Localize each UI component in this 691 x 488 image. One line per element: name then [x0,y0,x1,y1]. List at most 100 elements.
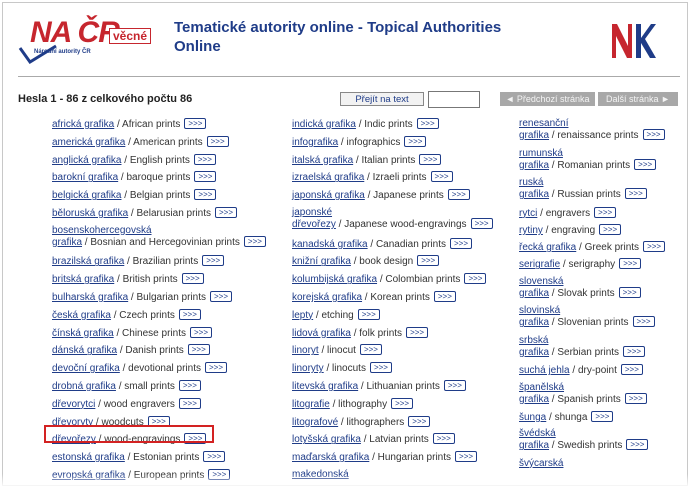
open-record-button[interactable]: >>> [194,171,217,183]
open-record-button[interactable]: >>> [470,218,493,229]
open-record-button[interactable]: >>> [391,397,414,409]
entry-link[interactable]: bosenskohercegovská [52,225,152,236]
entry-link-cont[interactable]: grafika [519,317,549,328]
open-record-button[interactable]: >>> [626,439,649,451]
prev-page-button[interactable]: ◄ Předchozí stránka [500,92,595,106]
open-record-button[interactable]: >>> [357,308,380,320]
entry-link[interactable]: šunga [519,412,546,423]
entry-link[interactable]: dřevorytci [52,399,95,410]
open-record-button[interactable]: >>> [181,273,204,285]
open-record-button[interactable]: >>> [417,255,440,267]
entry-link[interactable]: anglická grafika [52,155,121,166]
open-record-button[interactable]: >>> [404,135,427,147]
na-cr-logo[interactable]: NA ČR věcné Národní autority ČR [18,16,168,66]
entry-link[interactable]: kanadská grafika [292,239,368,250]
entry-link[interactable]: litografové [292,417,338,428]
entry-link[interactable]: africká grafika [52,119,114,130]
entry-link[interactable]: knižní grafika [292,256,351,267]
open-record-button[interactable]: >>> [455,451,478,463]
entry-link[interactable]: rytci [519,208,537,219]
entry-link[interactable]: dánská grafika [52,345,117,356]
open-record-button[interactable]: >>> [624,188,647,200]
entry-link[interactable]: izraelská grafika [292,172,364,183]
entry-link[interactable]: lotyšská grafika [292,434,361,445]
entry-link[interactable]: česká grafika [52,310,111,321]
open-record-button[interactable]: >>> [632,316,655,328]
entry-link[interactable]: indická grafika [292,119,356,130]
entry-link-cont[interactable]: grafika [519,130,549,141]
entry-link[interactable]: linoryty [292,363,324,374]
open-record-button[interactable]: >>> [642,129,665,140]
open-record-button[interactable]: >>> [594,206,617,218]
entry-link[interactable]: serigrafie [519,259,560,270]
entry-link[interactable]: čínská grafika [52,328,114,339]
open-record-button[interactable]: >>> [416,118,439,129]
open-record-button[interactable]: >>> [443,380,466,392]
entry-link[interactable]: srbská [519,335,548,346]
entry-link[interactable]: lepty [292,310,313,321]
open-record-button[interactable]: >>> [430,171,453,183]
entry-link[interactable]: britská grafika [52,274,114,285]
entry-link[interactable]: americká grafika [52,137,125,148]
entry-link[interactable]: japonské [292,207,332,218]
entry-link-cont[interactable]: grafika [519,160,549,171]
entry-link[interactable]: drobná grafika [52,381,116,392]
entry-link[interactable]: korejská grafika [292,292,362,303]
open-record-button[interactable]: >>> [187,344,210,356]
entry-link-cont[interactable]: grafika [519,288,549,299]
open-record-button[interactable]: >>> [419,153,442,165]
open-record-button[interactable]: >>> [178,380,201,392]
entry-link[interactable]: belgická grafika [52,190,121,201]
open-record-button[interactable]: >>> [359,344,382,356]
entry-link-cont[interactable]: grafika [519,347,549,358]
entry-link[interactable]: kolumbijská grafika [292,274,377,285]
open-record-button[interactable]: >>> [618,286,641,298]
entry-link[interactable]: řecká grafika [519,242,576,253]
open-record-button[interactable]: >>> [178,397,201,409]
entry-link[interactable]: lidová grafika [292,328,351,339]
open-record-button[interactable]: >>> [599,223,622,235]
open-record-button[interactable]: >>> [214,207,237,218]
entry-link[interactable]: litevská grafika [292,381,358,392]
entry-link[interactable]: devoční grafika [52,363,120,374]
entry-link[interactable]: linoryt [292,345,319,356]
open-record-button[interactable]: >>> [178,308,201,320]
open-record-button[interactable]: >>> [194,189,217,201]
open-record-button[interactable]: >>> [189,326,212,338]
entry-link[interactable]: bulharská grafika [52,292,128,303]
entry-link-cont[interactable]: grafika [519,440,549,451]
entry-link[interactable]: brazilská grafika [52,256,124,267]
next-page-button[interactable]: Další stránka ► [598,92,678,106]
open-record-button[interactable]: >>> [193,153,216,165]
open-record-button[interactable]: >>> [450,237,473,249]
nk-logo[interactable] [608,18,658,64]
open-record-button[interactable]: >>> [620,364,643,376]
entry-link[interactable]: renesanční [519,118,568,129]
entry-link[interactable]: barokní grafika [52,172,118,183]
entry-link-cont[interactable]: grafika [519,394,549,405]
open-record-button[interactable]: >>> [591,411,614,423]
entry-link[interactable]: švédská [519,428,556,439]
entry-link-cont[interactable]: grafika [519,189,549,200]
entry-link[interactable]: japonská grafika [292,190,365,201]
entry-link[interactable]: ruská [519,177,543,188]
open-record-button[interactable]: >>> [369,362,392,374]
open-record-button[interactable]: >>> [203,451,226,463]
entry-link[interactable]: suchá jehla [519,365,570,376]
open-record-button[interactable]: >>> [184,118,207,129]
entry-link[interactable]: běloruská grafika [52,208,128,219]
entry-link[interactable]: estonská grafika [52,452,125,463]
entry-link[interactable]: italská grafika [292,155,353,166]
entry-link[interactable]: maďarská grafika [292,452,369,463]
open-record-button[interactable]: >>> [432,433,455,445]
entry-link[interactable]: slovinská [519,305,560,316]
entry-link-cont[interactable]: dřevořezy [292,219,336,230]
entry-link[interactable]: španělská [519,382,564,393]
open-record-button[interactable]: >>> [206,135,229,147]
entry-link[interactable]: litografie [292,399,330,410]
open-record-button[interactable]: >>> [408,415,431,427]
open-record-button[interactable]: >>> [243,235,266,247]
open-record-button[interactable]: >>> [209,291,232,303]
open-record-button[interactable]: >>> [634,158,657,170]
open-record-button[interactable]: >>> [406,326,429,338]
